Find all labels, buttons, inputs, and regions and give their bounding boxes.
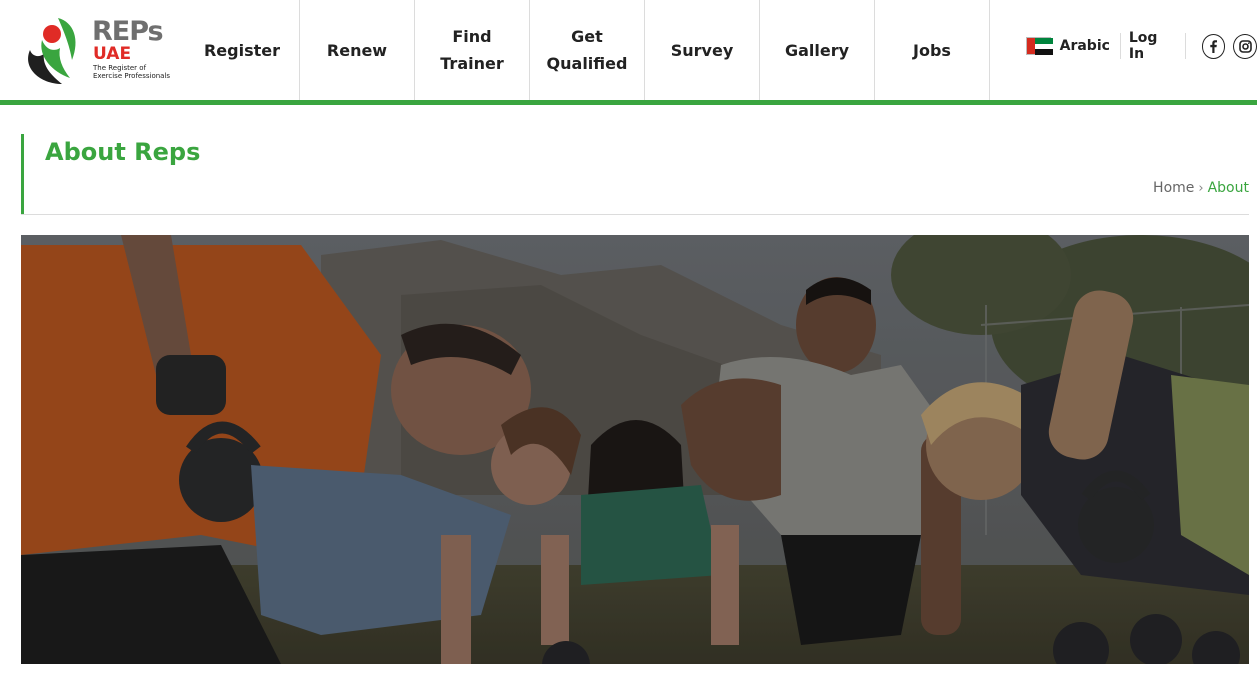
fitness-class-photo	[21, 235, 1249, 664]
utility-divider	[1119, 33, 1121, 59]
page-title: About Reps	[45, 138, 201, 166]
header-accent-line	[0, 100, 1257, 105]
logo-tagline-line1: The Register of	[93, 64, 147, 72]
main-nav: Register Renew Find Trainer Get Qualifie…	[185, 0, 990, 100]
logo-country: UAE	[93, 44, 132, 64]
language-switch-link[interactable]: Arabic	[1060, 38, 1110, 54]
logo-emblem-icon	[28, 18, 76, 84]
nav-find-trainer-label: Find Trainer	[440, 27, 504, 73]
uae-flag-icon[interactable]	[1026, 37, 1053, 55]
instagram-icon[interactable]	[1233, 33, 1257, 59]
logo-wordmark: REPs	[92, 16, 164, 47]
nav-gallery-label: Gallery	[784, 40, 850, 60]
breadcrumb-current: About	[1207, 180, 1249, 196]
nav-get-qualified[interactable]: Get Qualified	[530, 0, 645, 100]
breadcrumb: Home › About	[1153, 180, 1249, 196]
nav-register-label: Register	[203, 40, 281, 60]
facebook-icon[interactable]	[1201, 33, 1226, 59]
site-header: REPs UAE The Register of Exercise Profes…	[0, 0, 1257, 100]
nav-get-qualified-label: Get Qualified	[546, 27, 628, 73]
hero-image	[21, 235, 1249, 664]
nav-register[interactable]: Register	[185, 0, 300, 100]
reps-uae-logo[interactable]: REPs UAE The Register of Exercise Profes…	[22, 10, 172, 88]
title-divider	[21, 214, 1249, 215]
logo-tagline: The Register of Exercise Professionals	[93, 64, 173, 80]
chevron-right-icon: ›	[1198, 180, 1204, 196]
nav-find-trainer[interactable]: Find Trainer	[415, 0, 530, 100]
nav-renew[interactable]: Renew	[300, 0, 415, 100]
utility-divider-2	[1184, 33, 1186, 59]
nav-survey-label: Survey	[670, 40, 734, 60]
page-title-section: About Reps Home › About	[21, 134, 1249, 214]
nav-renew-label: Renew	[326, 40, 388, 60]
login-link[interactable]: Log In	[1129, 30, 1175, 62]
header-utility: Arabic Log In	[1026, 30, 1257, 62]
nav-survey[interactable]: Survey	[645, 0, 760, 100]
nav-jobs-label: Jobs	[913, 40, 951, 60]
logo-tagline-line2: Exercise Professionals	[93, 72, 171, 80]
breadcrumb-home-link[interactable]: Home	[1153, 180, 1194, 196]
nav-jobs[interactable]: Jobs	[875, 0, 990, 100]
nav-gallery[interactable]: Gallery	[760, 0, 875, 100]
